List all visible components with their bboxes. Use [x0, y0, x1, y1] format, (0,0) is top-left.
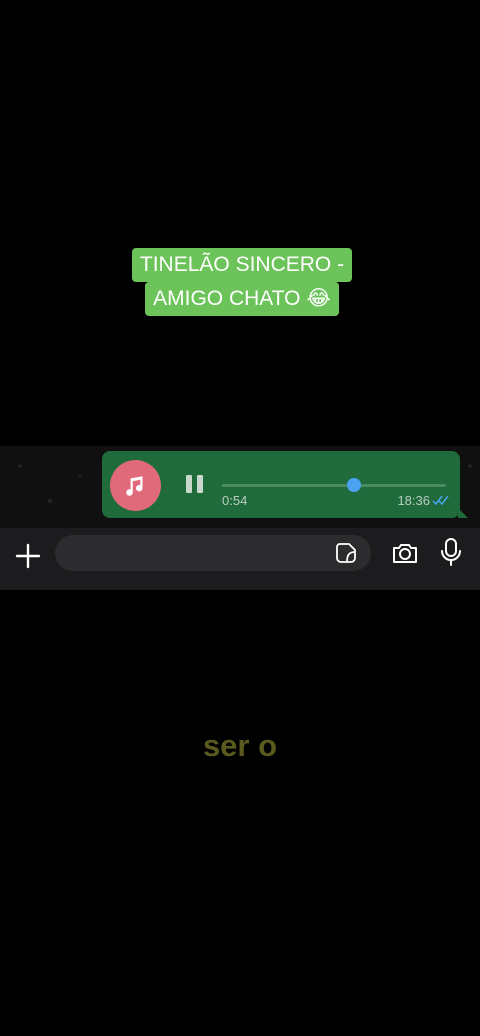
audio-progress-fill	[222, 484, 355, 487]
audio-message-bubble[interactable]: 0:54 18:36	[102, 451, 468, 518]
message-timestamp: 18:36	[397, 493, 430, 508]
message-composer	[0, 528, 480, 590]
title-line-1: TINELÃO SINCERO -	[131, 248, 353, 282]
audio-scrubber-handle[interactable]	[347, 478, 362, 492]
audio-progress-track[interactable]	[222, 478, 446, 492]
plus-icon[interactable]	[14, 542, 42, 570]
camera-icon[interactable]	[391, 540, 419, 566]
sticker-icon[interactable]	[335, 542, 357, 564]
title-line-2: AMIGO CHATO 😂	[145, 282, 339, 316]
video-title-overlay: TINELÃO SINCERO - AMIGO CHATO 😂	[120, 248, 364, 316]
double-check-icon	[432, 493, 450, 511]
microphone-icon[interactable]	[440, 537, 462, 567]
message-input[interactable]	[55, 535, 371, 571]
video-caption: ser o	[202, 728, 278, 763]
music-note-icon	[110, 460, 161, 511]
pause-button[interactable]	[184, 475, 206, 495]
audio-duration: 0:54	[222, 493, 248, 508]
